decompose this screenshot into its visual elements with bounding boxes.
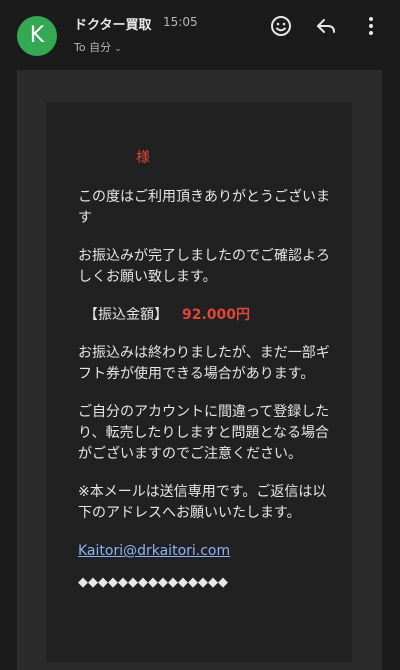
reply-button[interactable] (313, 13, 339, 39)
transfer-amount-value: 92.000円 (182, 307, 251, 323)
gift-card-paragraph: お振込みは終わりましたが、まだ一部ギフト券が使用できる場合があります。 (78, 345, 330, 382)
more-options-button[interactable] (358, 13, 384, 39)
transfer-amount-row: 【振込金額】 92.000円 (78, 305, 333, 326)
contact-email-link[interactable]: Kaitori@drkaitori.com (78, 543, 230, 559)
recipient-honorific: 様 (136, 150, 150, 166)
transfer-amount-label: 【振込金額】 (84, 307, 168, 323)
sender-avatar[interactable]: K (17, 16, 57, 56)
chevron-down-icon: ⌄ (114, 44, 122, 54)
sender-name[interactable]: ドクター買取 (74, 14, 151, 33)
reply-icon (317, 19, 335, 33)
smile-icon (271, 16, 291, 36)
emoji-reaction-button[interactable] (268, 13, 294, 39)
email-content: 様 この度はご利用頂きありがとうございます お振込みが完了しましたのでご確認よろ… (78, 148, 333, 593)
transfer-complete-paragraph: お振込みが完了しましたのでご確認よろしくお願い致します。 (78, 248, 330, 285)
more-vert-icon (369, 17, 373, 35)
diamond-divider: ◆◆◆◆◆◆◆◆◆◆◆◆◆◆◆ (78, 575, 228, 590)
recipient-label: To 自分 (74, 41, 112, 54)
email-time: 15:05 (163, 15, 198, 29)
recipient-details-toggle[interactable]: To 自分 ⌄ (74, 39, 122, 55)
warning-paragraph: ご自分のアカウントに間違って登録したり、転売したりしますと問題となる場合がござい… (78, 404, 330, 462)
send-only-notice: ※本メールは送信専用です。ご返信は以下のアドレスへお願いいたします。 (78, 484, 327, 521)
email-header: K ドクター買取 15:05 To 自分 ⌄ (0, 0, 400, 70)
thanks-paragraph: この度はご利用頂きありがとうございます (78, 189, 330, 226)
